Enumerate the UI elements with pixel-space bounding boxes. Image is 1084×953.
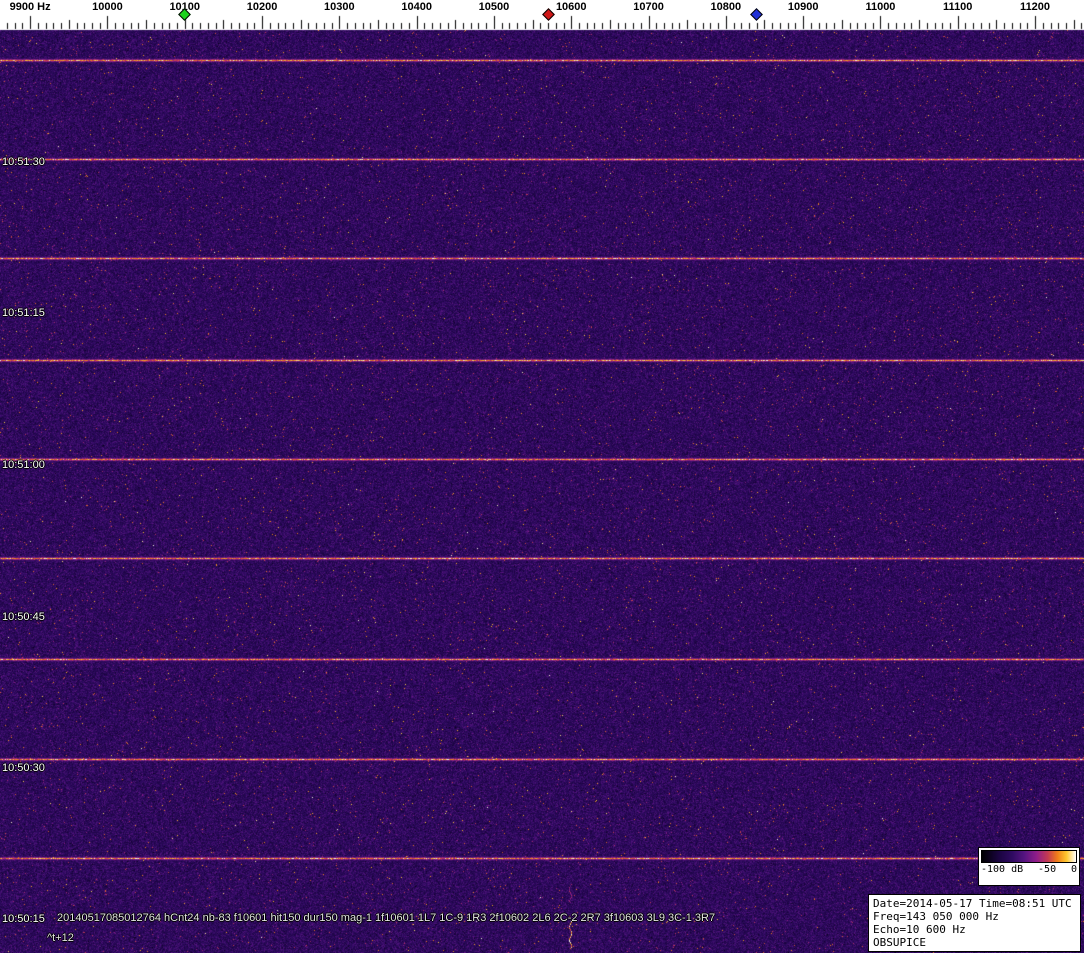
freq-tick-label: 11200 (1020, 1, 1050, 13)
event-log-text: 20140517085012764 hCnt24 nb-83 f10601 hi… (57, 912, 715, 924)
freq-tick-label: 10200 (247, 1, 278, 13)
freq-tick-label: 11000 (865, 1, 895, 13)
station-name-line: OBSUPICE (873, 936, 1076, 949)
time-tick-label: 10:50:15 (2, 913, 45, 925)
blue-marker-diamond-icon[interactable] (750, 8, 763, 21)
red-marker-diamond-icon[interactable] (542, 8, 555, 21)
echo-freq-line: Echo=10 600 Hz (873, 923, 1076, 936)
freq-tick-label: 10700 (633, 1, 664, 13)
db-max-label: 0 (1071, 864, 1077, 875)
freq-tick-label: 11100 (943, 1, 972, 13)
freq-tick-label: 10800 (711, 1, 742, 13)
freq-tick-label: 10000 (92, 1, 123, 13)
spectrogram-waterfall[interactable] (0, 0, 1084, 953)
db-color-scale: -100 dB -50 0 (978, 847, 1080, 886)
time-tick-label: 10:51:00 (2, 459, 45, 471)
freq-tick-label: 10300 (324, 1, 355, 13)
cursor-readout-text: ^t+12 (47, 932, 74, 944)
receiver-freq-line: Freq=143 050 000 Hz (873, 910, 1076, 923)
freq-tick-label: 9900 Hz (10, 1, 51, 13)
frequency-ruler[interactable]: 9900 Hz 10000 10100 10200 10300 10400 10500 106… (0, 0, 1084, 30)
db-gradient-bar (981, 850, 1077, 863)
db-min-label: -100 dB (981, 864, 1023, 875)
freq-tick-label: 10500 (479, 1, 510, 13)
status-info-box: Date=2014-05-17 Time=08:51 UTC Freq=143 … (868, 894, 1081, 952)
time-tick-label: 10:50:45 (2, 611, 45, 623)
date-time-line: Date=2014-05-17 Time=08:51 UTC (873, 897, 1076, 910)
time-tick-label: 10:51:30 (2, 156, 45, 168)
db-mid-label: -50 (1038, 864, 1056, 875)
db-scale-labels: -100 dB -50 0 (981, 864, 1077, 875)
time-tick-label: 10:50:30 (2, 762, 45, 774)
freq-tick-label: 10600 (556, 1, 587, 13)
freq-tick-label: 10900 (788, 1, 819, 13)
freq-tick-label: 10400 (401, 1, 432, 13)
spectrogram-app: 9900 Hz 10000 10100 10200 10300 10400 10500 106… (0, 0, 1084, 953)
time-tick-label: 10:51:15 (2, 307, 45, 319)
